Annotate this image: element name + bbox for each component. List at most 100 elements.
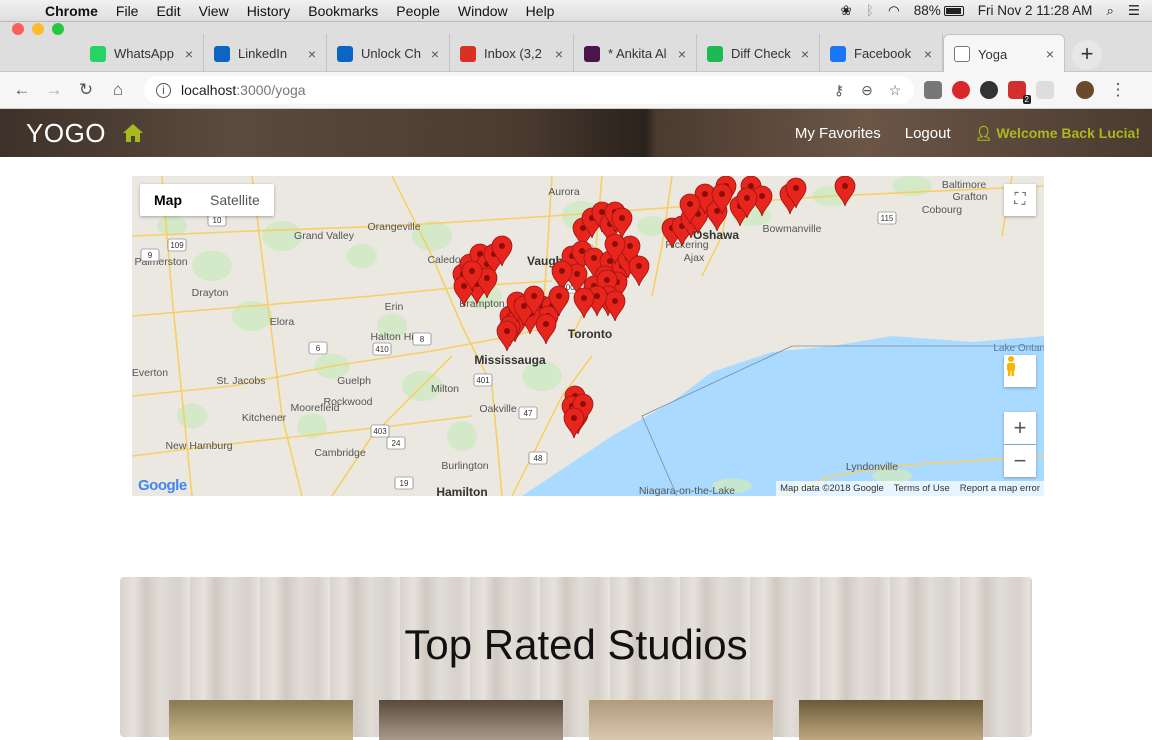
studio-card-image[interactable] (799, 700, 983, 740)
new-tab-button[interactable]: + (1072, 40, 1102, 70)
back-icon[interactable]: ← (6, 80, 38, 100)
tab-gmail[interactable]: Inbox (3,2 × (450, 34, 574, 73)
wifi-icon[interactable]: ◠ (888, 3, 900, 19)
close-tab-icon[interactable]: × (185, 46, 193, 62)
close-tab-icon[interactable]: × (924, 46, 932, 62)
place-label: Kitchener (242, 412, 287, 424)
extension-icon[interactable] (980, 81, 998, 99)
bluetooth-icon[interactable]: ᛒ (866, 3, 874, 18)
bookmark-star-icon[interactable]: ☆ (884, 82, 906, 99)
highway-number: 9 (148, 251, 153, 260)
tab-diffchecker[interactable]: Diff Check × (697, 34, 820, 73)
place-label: Hamilton (436, 485, 487, 496)
pegman-icon[interactable] (1004, 355, 1036, 387)
menu-help[interactable]: Help (517, 3, 564, 19)
menu-history[interactable]: History (238, 3, 300, 19)
battery-status[interactable]: 88% (914, 3, 964, 18)
menu-file[interactable]: File (107, 3, 148, 19)
minimize-window-button[interactable] (32, 23, 44, 35)
place-label: Grand Valley (294, 230, 355, 242)
zoom-window-button[interactable] (52, 23, 64, 35)
tab-document[interactable]: Yoga × (943, 34, 1065, 73)
zoom-in-button[interactable]: + (1004, 412, 1036, 444)
menu-app-name[interactable]: Chrome (36, 3, 107, 19)
key-icon[interactable]: ⚷ (828, 82, 850, 99)
close-tab-icon[interactable]: × (555, 46, 563, 62)
tab-linkedin[interactable]: LinkedIn × (204, 34, 327, 73)
tab-label: Unlock Ch (361, 46, 421, 61)
tab-slack[interactable]: * Ankita Al × (574, 34, 697, 73)
address-bar[interactable]: i localhost:3000/yoga ⚷ ⊖ ☆ (144, 76, 914, 104)
report-map-error-link[interactable]: Report a map error (960, 483, 1040, 494)
place-label: Cobourg (922, 204, 962, 216)
notification-center-icon[interactable]: ☰ (1128, 3, 1140, 19)
map-type-satellite-button[interactable]: Satellite (196, 184, 274, 216)
highway-number: 10 (213, 216, 222, 225)
menu-window[interactable]: Window (449, 3, 517, 19)
menu-edit[interactable]: Edit (147, 3, 189, 19)
studio-card-image[interactable] (589, 700, 773, 740)
zoom-out-button[interactable]: − (1004, 445, 1036, 477)
highway-number: 401 (476, 376, 490, 385)
studio-card-image[interactable] (379, 700, 563, 740)
close-window-button[interactable] (12, 23, 24, 35)
logout-link[interactable]: Logout (905, 125, 951, 142)
close-tab-icon[interactable]: × (308, 46, 316, 62)
extension-icon[interactable]: 2 (1008, 81, 1031, 104)
map-canvas[interactable]: AuroraBaltimoreGraftonCobourgMonoOrangev… (132, 176, 1044, 496)
spotlight-icon[interactable]: ⌕ (1106, 3, 1114, 19)
map-type-map-button[interactable]: Map (140, 184, 196, 216)
place-label: Oakville (479, 403, 517, 415)
window-controls (12, 23, 64, 35)
home-icon[interactable]: ⌂ (102, 80, 134, 100)
close-tab-icon[interactable]: × (431, 46, 439, 62)
highway-number: 24 (392, 439, 401, 448)
extension-icon[interactable] (924, 81, 942, 99)
place-label: Everton (132, 367, 168, 379)
menu-bookmarks[interactable]: Bookmarks (299, 3, 387, 19)
tab-label: Facebook (854, 46, 912, 61)
tab-linkedin[interactable]: Unlock Ch × (327, 34, 450, 73)
linkedin-icon (337, 45, 353, 62)
brand-logo[interactable]: YOGO (26, 118, 106, 149)
clock[interactable]: Fri Nov 2 11:28 AM (978, 3, 1093, 18)
extension-icon[interactable] (952, 81, 970, 99)
lotus-icon[interactable]: ❀ (841, 3, 852, 19)
home-icon[interactable] (122, 123, 144, 143)
terms-of-use-link[interactable]: Terms of Use (894, 483, 950, 494)
extension-icon[interactable] (1036, 81, 1054, 99)
profile-avatar[interactable] (1076, 81, 1094, 99)
studio-map[interactable]: AuroraBaltimoreGraftonCobourgMonoOrangev… (132, 176, 1044, 496)
menu-view[interactable]: View (190, 3, 238, 19)
reload-icon[interactable]: ↻ (70, 80, 102, 100)
zoom-icon[interactable]: ⊖ (856, 82, 878, 99)
map-type-control: Map Satellite (140, 184, 274, 216)
highway-number: 403 (373, 427, 387, 436)
place-label: Elora (270, 316, 295, 328)
welcome-text: Welcome Back Lucia! (996, 124, 1140, 141)
park-area (157, 216, 187, 236)
chrome-menu-icon[interactable]: ⋮ (1102, 80, 1134, 100)
tab-label: * Ankita Al (608, 46, 667, 61)
tab-label: Yoga (978, 46, 1008, 62)
place-label: Niagara-on-the-Lake (639, 485, 735, 496)
url-path: :3000/yoga (236, 82, 306, 98)
info-icon[interactable]: i (156, 82, 171, 98)
my-favorites-link[interactable]: My Favorites (795, 125, 881, 142)
fullscreen-icon[interactable]: ⛶ (1004, 184, 1036, 216)
whatsapp-icon (90, 45, 106, 62)
close-tab-icon[interactable]: × (678, 46, 686, 62)
place-label: Grafton (952, 191, 987, 203)
studio-card-image[interactable] (169, 700, 353, 740)
close-tab-icon[interactable]: × (1046, 46, 1054, 62)
close-tab-icon[interactable]: × (801, 46, 809, 62)
place-label: Bowmanville (763, 223, 822, 235)
place-label: Guelph (337, 375, 371, 387)
tab-whatsapp[interactable]: WhatsApp × (80, 34, 204, 73)
place-label: Ajax (684, 252, 705, 264)
menu-people[interactable]: People (387, 3, 449, 19)
forward-icon[interactable]: → (38, 80, 70, 100)
google-logo[interactable]: Google (138, 477, 187, 494)
tab-facebook[interactable]: Facebook × (820, 34, 943, 73)
mac-menubar: Chrome File Edit View History Bookmarks … (0, 0, 1152, 22)
